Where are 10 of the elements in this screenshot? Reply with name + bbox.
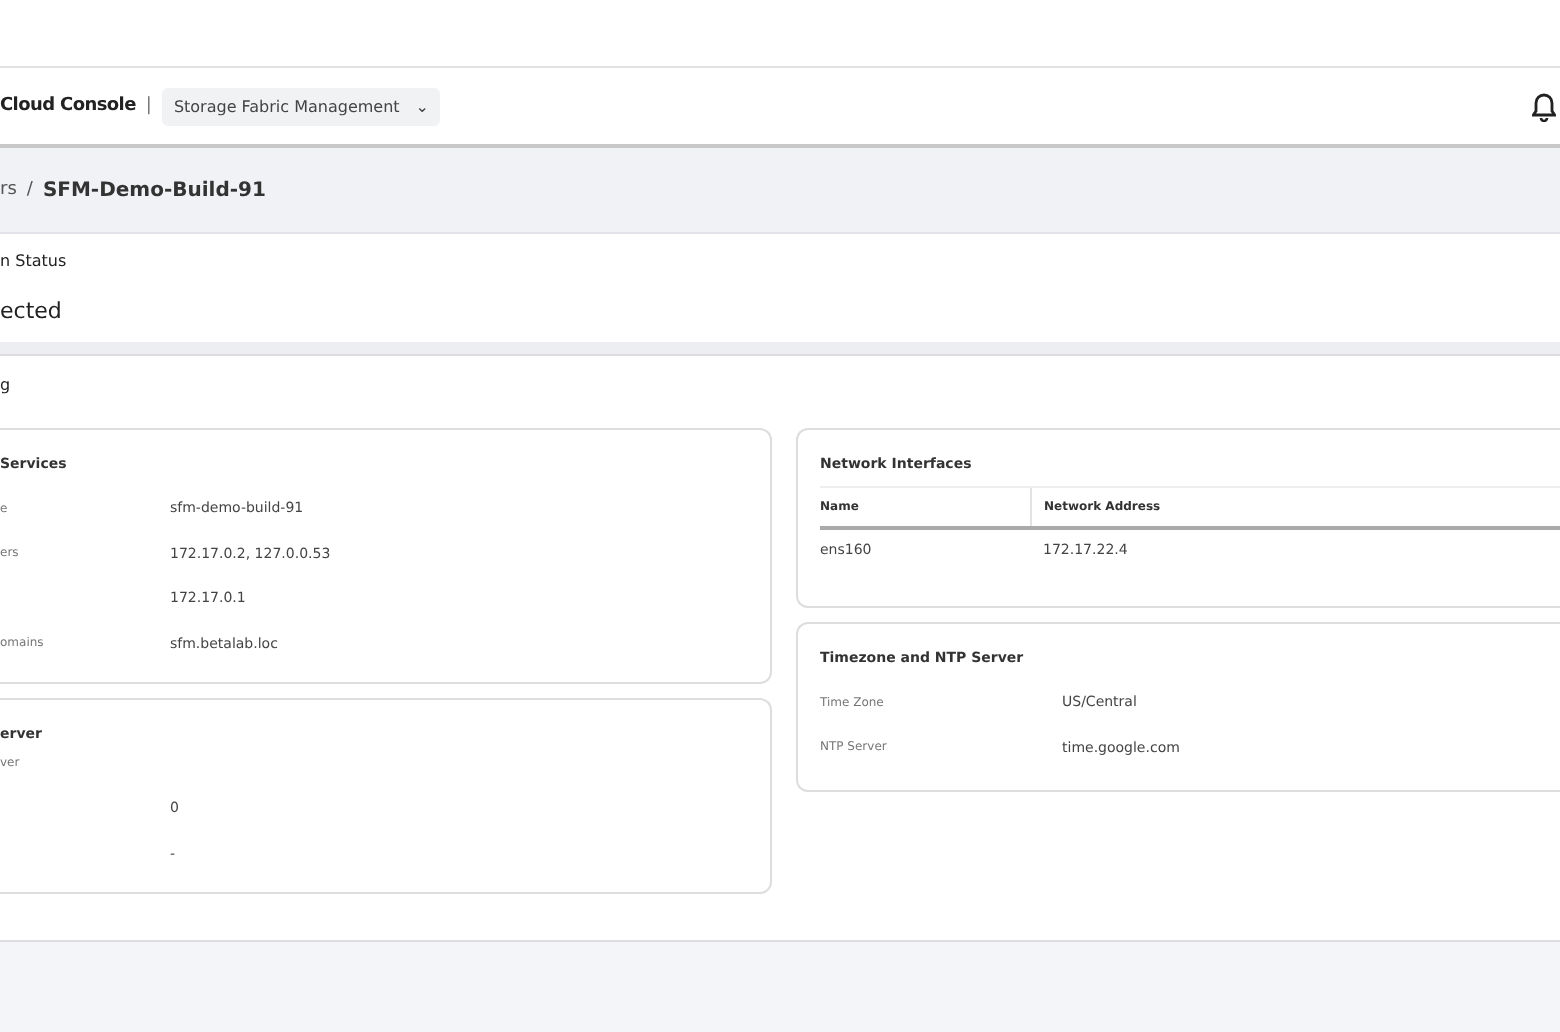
breadcrumb-current: SFM-Demo-Build-91 <box>42 179 266 201</box>
separator: | <box>145 96 152 116</box>
notification-bell-icon[interactable] <box>1532 91 1556 121</box>
app-switcher[interactable]: Storage Fabric Management ⌄ <box>161 87 441 125</box>
breadcrumb-link[interactable]: rs <box>0 180 17 200</box>
section-title: g <box>0 374 13 398</box>
status-label: n Status <box>0 250 69 270</box>
app-title: Cloud Console <box>0 96 136 116</box>
breadcrumb-separator: / <box>26 180 33 200</box>
status-value: ected <box>0 298 64 324</box>
